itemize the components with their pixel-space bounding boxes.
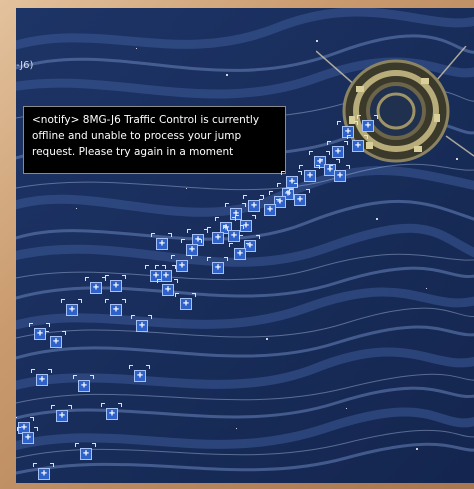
space-station-icon[interactable] — [316, 46, 474, 186]
space-viewport[interactable]: -J6) <notify> 8MG-J6 Traffic Control is … — [16, 8, 474, 483]
notify-line-1: <notify> 8MG-J6 Traffic Control is curre… — [32, 114, 260, 126]
ship-bracket-icon[interactable]: + — [207, 227, 228, 244]
ship-bracket-icon[interactable]: + — [329, 165, 350, 182]
ship-bracket-icon[interactable]: + — [259, 199, 280, 216]
ship-bracket-icon[interactable]: + — [243, 195, 264, 212]
ship-bracket-icon[interactable]: + — [357, 115, 378, 132]
ship-bracket-icon[interactable]: + — [229, 243, 250, 260]
ship-bracket-icon[interactable]: + — [31, 369, 52, 386]
ship-bracket-icon[interactable]: + — [61, 299, 82, 316]
ship-bracket-icon[interactable]: + — [51, 405, 72, 422]
ship-bracket-icon[interactable]: + — [347, 135, 368, 152]
notify-line-3: request. Please try again in a moment — [32, 146, 234, 158]
ship-bracket-icon[interactable]: + — [171, 255, 192, 272]
ship-bracket-icon[interactable]: + — [73, 375, 94, 392]
ship-bracket-icon[interactable]: + — [33, 463, 54, 480]
system-name-label: -J6) — [16, 60, 34, 71]
ship-bracket-icon[interactable]: + — [101, 403, 122, 420]
notify-line-2: offline and unable to process your jump — [32, 130, 242, 142]
ship-bracket-icon[interactable]: + — [105, 299, 126, 316]
ship-bracket-icon[interactable]: + — [299, 165, 320, 182]
ship-bracket-icon[interactable]: + — [85, 277, 106, 294]
notify-message: <notify> 8MG-J6 Traffic Control is curre… — [23, 106, 286, 174]
ship-bracket-icon[interactable]: + — [151, 233, 172, 250]
ship-bracket-icon[interactable]: + — [75, 443, 96, 460]
ship-bracket-icon[interactable]: + — [105, 275, 126, 292]
ship-bracket-icon[interactable]: + — [129, 365, 150, 382]
ship-bracket-icon[interactable]: + — [327, 141, 348, 158]
ship-bracket-icon[interactable]: + — [175, 293, 196, 310]
ship-bracket-icon[interactable]: + — [17, 427, 38, 444]
ship-bracket-icon[interactable]: + — [45, 331, 66, 348]
ship-bracket-icon[interactable]: + — [289, 189, 310, 206]
ship-bracket-icon[interactable]: + — [207, 257, 228, 274]
ship-bracket-icon[interactable]: + — [157, 279, 178, 296]
ship-bracket-icon[interactable]: + — [131, 315, 152, 332]
